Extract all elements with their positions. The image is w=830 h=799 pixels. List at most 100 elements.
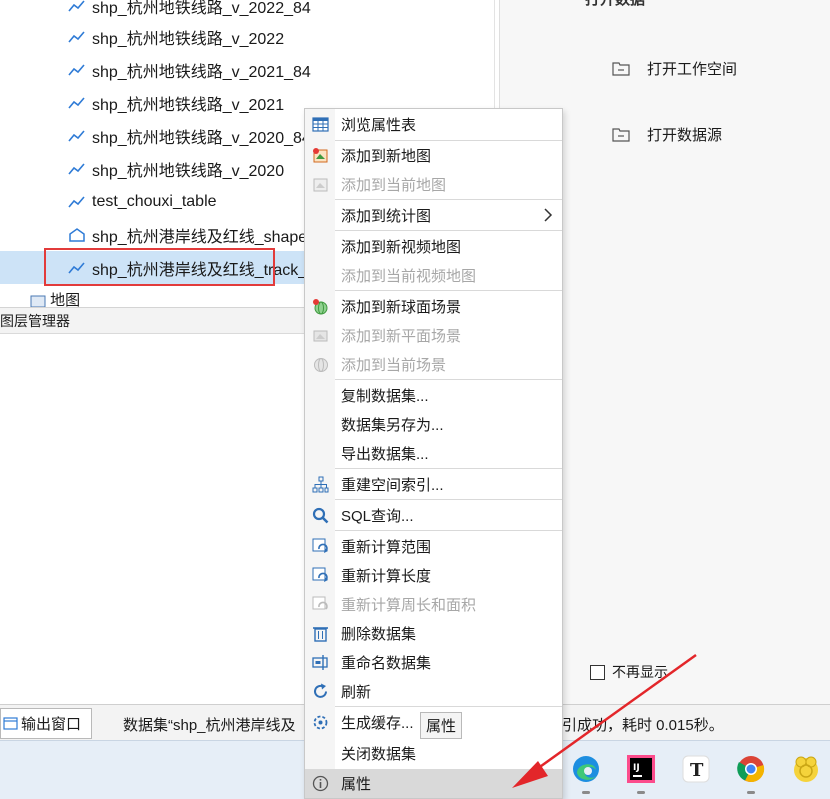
generate-cache-icon bbox=[313, 715, 328, 730]
add-to-new-map-icon bbox=[313, 148, 328, 163]
folder-icon bbox=[612, 128, 630, 142]
menu-item-add-to-new-video-map[interactable]: 添加到新视频地图 bbox=[305, 232, 562, 261]
menu-item-rebuild-spatial-index[interactable]: 重建空间索引... bbox=[305, 470, 562, 499]
tree-item-label: shp_杭州地铁线路_v_2022_84 bbox=[92, 0, 311, 17]
open-workspace-link[interactable]: 打开工作空间 bbox=[612, 58, 737, 79]
tree-item-dataset[interactable]: shp_杭州地铁线路_v_2022 bbox=[0, 20, 496, 53]
edge-browser-icon[interactable] bbox=[570, 753, 602, 794]
add-to-new-globe-scene-icon bbox=[313, 299, 328, 315]
intellij-idea-icon[interactable]: IJ bbox=[625, 753, 657, 794]
menu-item-recalculate-perimeter-area[interactable]: 重新计算周长和面积 bbox=[305, 590, 562, 619]
no-show-again-label: 不再显示 bbox=[612, 664, 668, 680]
menu-item-save-dataset-as[interactable]: 数据集另存为... bbox=[305, 410, 562, 439]
menu-item-label: 关闭数据集 bbox=[341, 746, 417, 763]
checkbox-box[interactable] bbox=[590, 664, 605, 680]
region-dataset-icon bbox=[69, 228, 85, 242]
running-indicator bbox=[637, 791, 645, 794]
tree-item-maps[interactable]: 地图 bbox=[30, 289, 80, 307]
menu-item-label: 导出数据集... bbox=[341, 446, 429, 463]
tree-item-label: shp_杭州地铁线路_v_2021_84 bbox=[92, 63, 311, 81]
running-indicator bbox=[582, 791, 590, 794]
menu-item-add-to-chart[interactable]: 添加到统计图 bbox=[305, 201, 562, 230]
menu-item-add-to-new-flat-scene[interactable]: 添加到新平面场景 bbox=[305, 321, 562, 350]
menu-item-label: 浏览属性表 bbox=[341, 117, 417, 134]
yellow-app-icon[interactable] bbox=[790, 753, 822, 785]
menu-item-label: 删除数据集 bbox=[341, 626, 417, 643]
refresh-icon bbox=[314, 683, 327, 698]
menu-item-recalculate-extent[interactable]: 重新计算范围 bbox=[305, 532, 562, 561]
trash-icon bbox=[313, 627, 328, 642]
line-dataset-icon bbox=[68, 163, 85, 175]
menu-item-sql-query[interactable]: SQL查询... bbox=[305, 501, 562, 530]
line-dataset-icon bbox=[68, 31, 85, 43]
typora-icon[interactable]: T bbox=[680, 753, 712, 785]
menu-item-label: 添加到新地图 bbox=[341, 148, 432, 165]
tooltip: 属性 bbox=[420, 712, 462, 739]
add-to-current-scene-icon bbox=[314, 358, 328, 372]
map-folder-icon bbox=[30, 295, 46, 307]
menu-item-label: 添加到统计图 bbox=[341, 208, 432, 225]
line-dataset-icon bbox=[68, 64, 85, 76]
menu-separator bbox=[335, 530, 562, 531]
tree-item-label: shp_杭州地铁线路_v_2022 bbox=[92, 30, 285, 48]
tree-item-label: shp_杭州地铁线路_v_2021 bbox=[92, 96, 285, 114]
menu-item-label: 生成缓存... bbox=[341, 715, 414, 732]
menu-item-label: 添加到新视频地图 bbox=[341, 239, 462, 256]
menu-item-label: 复制数据集... bbox=[341, 388, 429, 405]
menu-item-label: 刷新 bbox=[341, 684, 372, 701]
menu-item-refresh[interactable]: 刷新 bbox=[305, 677, 562, 706]
menu-item-copy-dataset[interactable]: 复制数据集... bbox=[305, 381, 562, 410]
menu-item-recalculate-length[interactable]: 重新计算长度 bbox=[305, 561, 562, 590]
line-dataset-icon bbox=[68, 130, 85, 142]
intellij-logo: IJ bbox=[627, 755, 655, 783]
menu-separator bbox=[335, 379, 562, 380]
menu-item-add-to-new-map[interactable]: 添加到新地图 bbox=[305, 141, 562, 170]
chrome-logo bbox=[737, 756, 765, 783]
tree-item-label: 地图 bbox=[50, 292, 81, 307]
menu-item-label: 重新计算范围 bbox=[341, 539, 432, 556]
table-icon bbox=[312, 117, 329, 132]
output-window-tab-label: 输出窗口 bbox=[21, 716, 82, 733]
menu-item-add-to-current-video-map[interactable]: 添加到当前视频地图 bbox=[305, 261, 562, 290]
tree-item-dataset[interactable]: shp_杭州地铁线路_v_2021_84 bbox=[0, 53, 496, 86]
tree-item-dataset[interactable]: shp_杭州地铁线路_v_2022_84 bbox=[0, 0, 496, 22]
menu-separator bbox=[335, 290, 562, 291]
tree-item-label: shp_杭州港岸线及红线_shape bbox=[92, 228, 308, 246]
line-dataset-icon bbox=[68, 97, 85, 109]
tree-item-label: shp_杭州地铁线路_v_2020 bbox=[92, 162, 285, 180]
tree-item-dataset-selected[interactable]: shp_杭州港岸线及红线_track_ bbox=[0, 251, 307, 284]
folder-icon bbox=[612, 62, 630, 76]
menu-item-properties[interactable]: 属性 bbox=[305, 769, 562, 798]
menu-separator bbox=[335, 499, 562, 500]
typora-logo: T bbox=[682, 755, 710, 783]
chrome-icon[interactable] bbox=[735, 753, 767, 794]
menu-item-delete-dataset[interactable]: 删除数据集 bbox=[305, 619, 562, 648]
menu-item-browse-attribute-table[interactable]: 浏览属性表 bbox=[305, 110, 562, 139]
menu-item-add-to-current-scene[interactable]: 添加到当前场景 bbox=[305, 350, 562, 379]
menu-item-label: 重新计算周长和面积 bbox=[341, 597, 477, 614]
menu-item-rename-dataset[interactable]: 重命名数据集 bbox=[305, 648, 562, 677]
menu-item-add-to-new-globe-scene[interactable]: 添加到新球面场景 bbox=[305, 292, 562, 321]
no-show-again-checkbox[interactable]: 不再显示 bbox=[590, 662, 668, 682]
menu-item-label: 添加到当前视频地图 bbox=[341, 268, 477, 285]
rename-icon bbox=[312, 655, 328, 670]
svg-text:IJ: IJ bbox=[633, 763, 640, 773]
menu-item-add-to-current-map[interactable]: 添加到当前地图 bbox=[305, 170, 562, 199]
menu-item-export-dataset[interactable]: 导出数据集... bbox=[305, 439, 562, 468]
output-message-tail: 引成功，耗时 0.015秒。 bbox=[562, 717, 724, 734]
menu-item-label: 添加到新平面场景 bbox=[341, 328, 462, 345]
add-to-new-flat-scene-icon bbox=[313, 330, 328, 342]
open-datasource-label: 打开数据源 bbox=[647, 127, 723, 144]
spatial-index-icon bbox=[312, 476, 329, 493]
svg-text:T: T bbox=[690, 760, 704, 781]
open-datasource-link[interactable]: 打开数据源 bbox=[612, 124, 722, 145]
recalculate-icon bbox=[312, 567, 328, 582]
tree-item-label: test_chouxi_table bbox=[92, 192, 217, 210]
start-panel-title: 打开数据 bbox=[585, 0, 645, 9]
menu-separator bbox=[335, 706, 562, 707]
add-to-current-map-icon bbox=[313, 178, 328, 192]
output-window-tab[interactable]: 输出窗口 bbox=[0, 708, 92, 739]
info-icon bbox=[312, 775, 329, 792]
menu-item-close-dataset[interactable]: 关闭数据集 bbox=[305, 739, 562, 768]
menu-separator bbox=[335, 468, 562, 469]
